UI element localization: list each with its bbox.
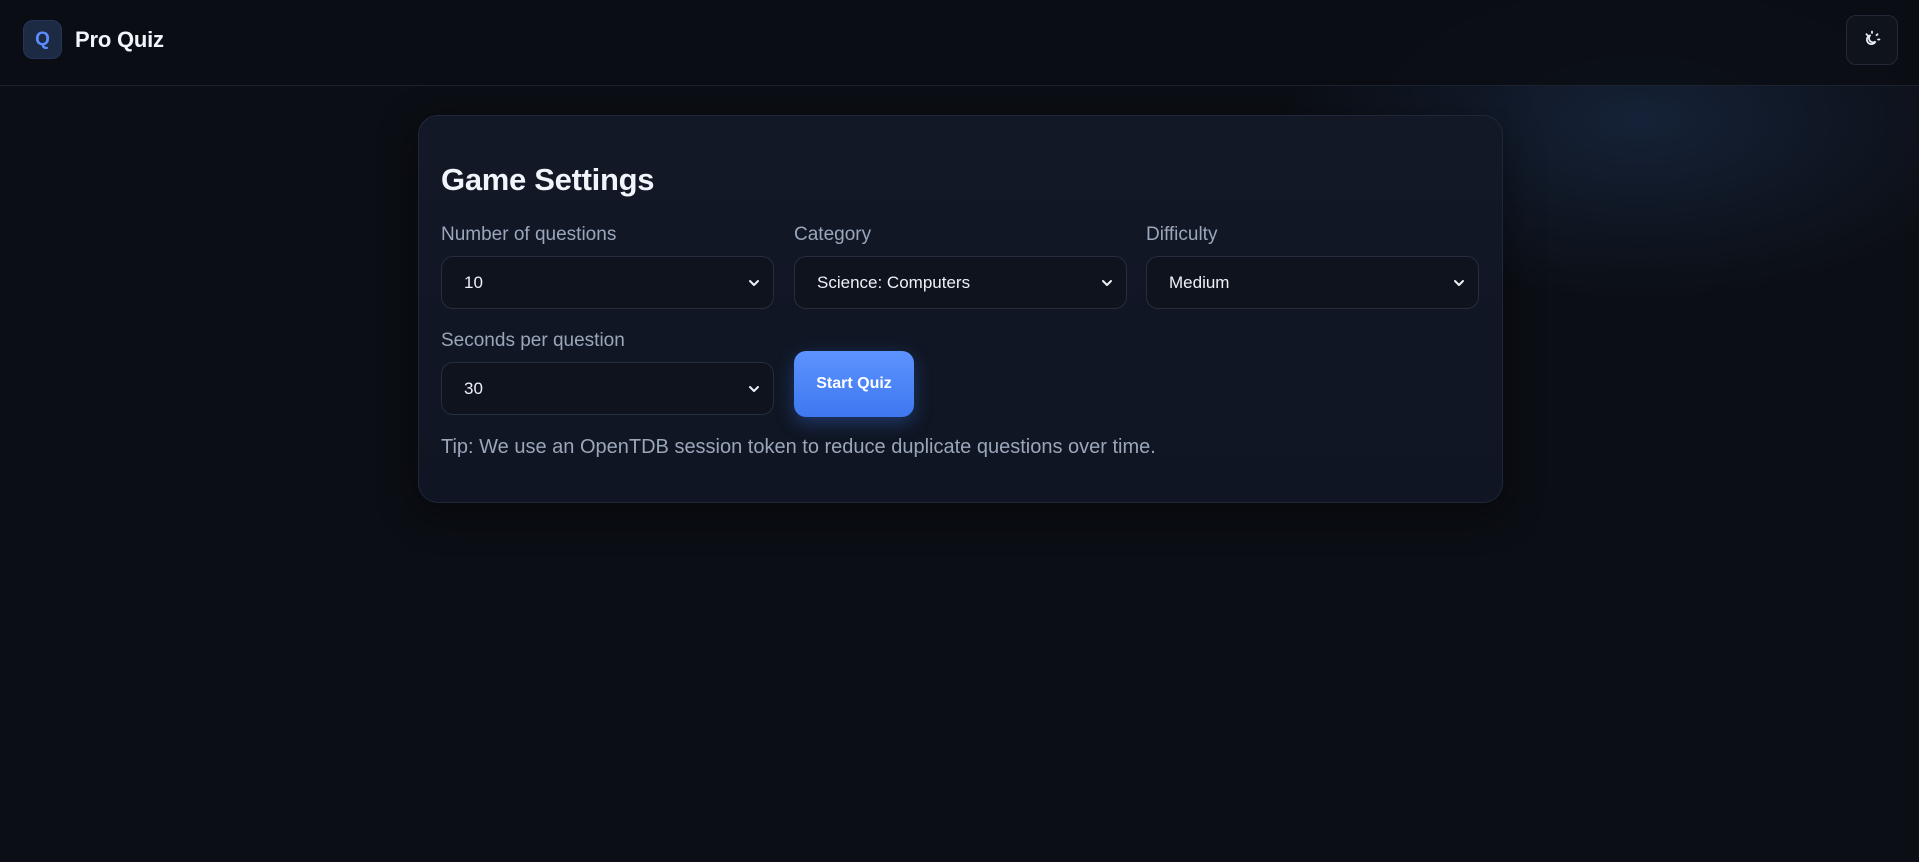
seconds-value: 30 bbox=[464, 378, 483, 398]
tip-text: Tip: We use an OpenTDB session token to … bbox=[441, 436, 1156, 458]
logo-letter: Q bbox=[35, 28, 50, 50]
top-bar: Q Pro Quiz bbox=[0, 0, 1919, 86]
seconds-label: Seconds per question bbox=[441, 330, 625, 351]
chevron-down-icon bbox=[1454, 279, 1464, 286]
seconds-field: Seconds per question 30 bbox=[441, 330, 774, 415]
chevron-down-icon bbox=[1102, 279, 1112, 286]
difficulty-value: Medium bbox=[1169, 272, 1230, 292]
category-label: Category bbox=[794, 224, 872, 245]
num-questions-label: Number of questions bbox=[441, 224, 617, 245]
num-questions-value: 10 bbox=[464, 272, 483, 292]
difficulty-select[interactable]: Medium bbox=[1146, 256, 1479, 309]
chevron-down-icon bbox=[749, 385, 759, 392]
difficulty-label: Difficulty bbox=[1146, 224, 1218, 245]
game-settings-card: Game Settings Number of questions 10 Cat… bbox=[418, 115, 1503, 503]
difficulty-field: Difficulty Medium bbox=[1146, 224, 1479, 309]
start-quiz-button[interactable]: Start Quiz bbox=[794, 351, 914, 417]
num-questions-select[interactable]: 10 bbox=[441, 256, 774, 309]
card-title: Game Settings bbox=[441, 162, 655, 197]
app-title: Pro Quiz bbox=[75, 26, 164, 52]
category-select[interactable]: Science: Computers bbox=[794, 256, 1127, 309]
chevron-down-icon bbox=[749, 279, 759, 286]
theme-toggle-button[interactable] bbox=[1846, 15, 1898, 65]
category-field: Category Science: Computers bbox=[794, 224, 1127, 309]
brand: Q Pro Quiz bbox=[23, 20, 164, 59]
category-value: Science: Computers bbox=[817, 272, 971, 292]
seconds-select[interactable]: 30 bbox=[441, 362, 774, 415]
num-questions-field: Number of questions 10 bbox=[441, 224, 774, 309]
app-logo: Q bbox=[23, 20, 62, 59]
sun-moon-icon bbox=[1865, 30, 1881, 45]
